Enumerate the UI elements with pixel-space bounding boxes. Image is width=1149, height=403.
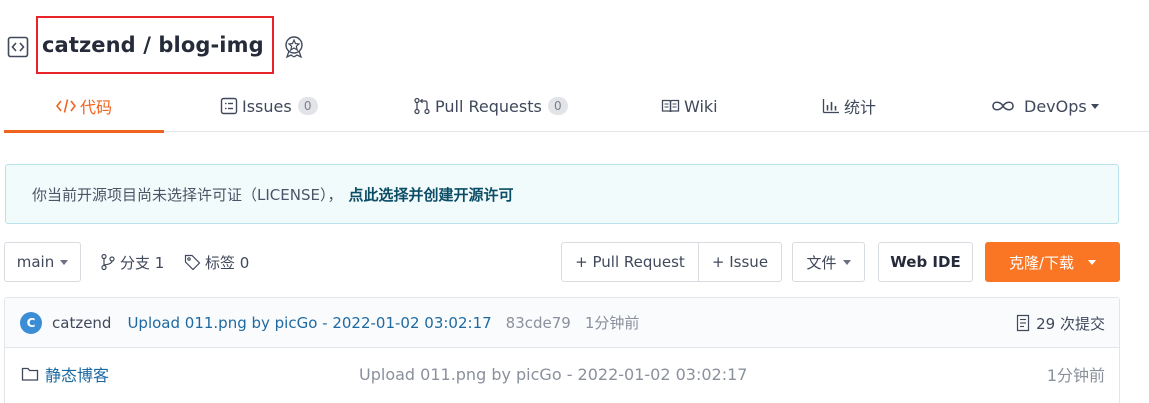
repo-page: catzend / blog-img 代码 Issues 0 Pull Requ… [0, 0, 1149, 403]
commit-message[interactable]: Upload 011.png by picGo - 2022-01-02 03:… [127, 314, 491, 332]
history-document-icon [1016, 314, 1030, 332]
branch-icon [100, 253, 116, 271]
repo-tabs: 代码 Issues 0 Pull Requests 0 Wiki 统计 DevO… [3, 80, 1149, 133]
file-commit-message[interactable]: Upload 011.png by picGo - 2022-01-02 03:… [359, 365, 747, 384]
branches-link[interactable]: 分支 1 [100, 242, 164, 282]
chevron-down-icon [1090, 103, 1099, 109]
tab-issues-label: Issues [242, 96, 292, 116]
clone-download-button[interactable]: 克隆/下载 [985, 242, 1120, 282]
folder-icon [21, 366, 39, 382]
license-notice-text: 你当前开源项目尚未选择许可证（LICENSE）， [32, 185, 343, 204]
file-menu-button[interactable]: 文件 [792, 242, 865, 282]
new-pull-request-button[interactable]: + Pull Request [561, 242, 699, 282]
pull-request-icon [413, 97, 431, 115]
branch-select[interactable]: main [4, 242, 81, 282]
tab-pull-requests[interactable]: Pull Requests 0 [413, 80, 568, 132]
file-name[interactable]: 静态博客 [45, 362, 109, 386]
clone-download-label: 克隆/下载 [1008, 253, 1075, 272]
file-menu-label: 文件 [806, 253, 837, 272]
pull-requests-count-badge: 0 [547, 97, 568, 115]
avatar[interactable]: C [20, 311, 42, 334]
repo-title[interactable]: catzend / blog-img [42, 33, 264, 57]
tab-statistics[interactable]: 统计 [822, 80, 876, 132]
repo-title-highlight: catzend / blog-img [36, 16, 274, 74]
tab-code[interactable]: 代码 [3, 80, 165, 133]
commit-count-label: 29 次提交 [1036, 314, 1105, 333]
chevron-down-icon [60, 259, 69, 265]
commit-time: 1分钟前 [584, 314, 640, 332]
tags-link[interactable]: 标签 0 [184, 242, 249, 282]
chevron-down-icon [842, 259, 851, 265]
tab-statistics-label: 统计 [844, 98, 877, 117]
file-commit-time: 1分钟前 [1046, 366, 1105, 385]
bar-chart-icon [822, 98, 840, 114]
web-ide-button[interactable]: Web IDE [878, 242, 973, 282]
tags-label: 标签 0 [205, 253, 250, 272]
chevron-down-icon [1088, 259, 1097, 265]
commit-count-link[interactable]: 29 次提交 [1016, 298, 1105, 348]
tab-pull-requests-label: Pull Requests [435, 96, 542, 116]
tab-issues[interactable]: Issues 0 [220, 80, 318, 132]
license-notice: 你当前开源项目尚未选择许可证（LICENSE）， 点此选择并创建开源许可 [5, 164, 1119, 224]
infinity-icon [990, 99, 1016, 113]
issues-icon [220, 97, 238, 115]
tab-code-label: 代码 [80, 98, 113, 117]
code-icon [56, 98, 76, 114]
tab-devops-label: DevOps [1024, 96, 1087, 116]
tab-wiki[interactable]: Wiki [661, 80, 718, 132]
latest-commit-row: C catzend Upload 011.png by picGo - 2022… [5, 298, 1119, 348]
repo-toolbar: main 分支 1 标签 0 + Pull Request + Issue 文件… [4, 242, 1120, 282]
new-issue-button[interactable]: + Issue [698, 242, 782, 282]
commit-hash[interactable]: 83cde79 [506, 314, 571, 332]
file-list: C catzend Upload 011.png by picGo - 2022… [4, 297, 1120, 403]
award-badge-icon[interactable] [282, 35, 306, 59]
tab-wiki-label: Wiki [684, 96, 718, 116]
book-icon [661, 98, 680, 114]
repo-header: catzend / blog-img [6, 16, 306, 74]
tab-devops[interactable]: DevOps [990, 80, 1099, 132]
branch-select-value: main [16, 253, 55, 271]
license-create-link[interactable]: 点此选择并创建开源许可 [348, 184, 513, 205]
issues-count-badge: 0 [297, 97, 318, 115]
table-row[interactable]: 静态博客 Upload 011.png by picGo - 2022-01-0… [5, 349, 1119, 399]
commit-author[interactable]: catzend [52, 314, 111, 332]
code-repo-icon [6, 35, 30, 59]
tag-icon [184, 254, 201, 271]
branches-label: 分支 1 [120, 253, 165, 272]
